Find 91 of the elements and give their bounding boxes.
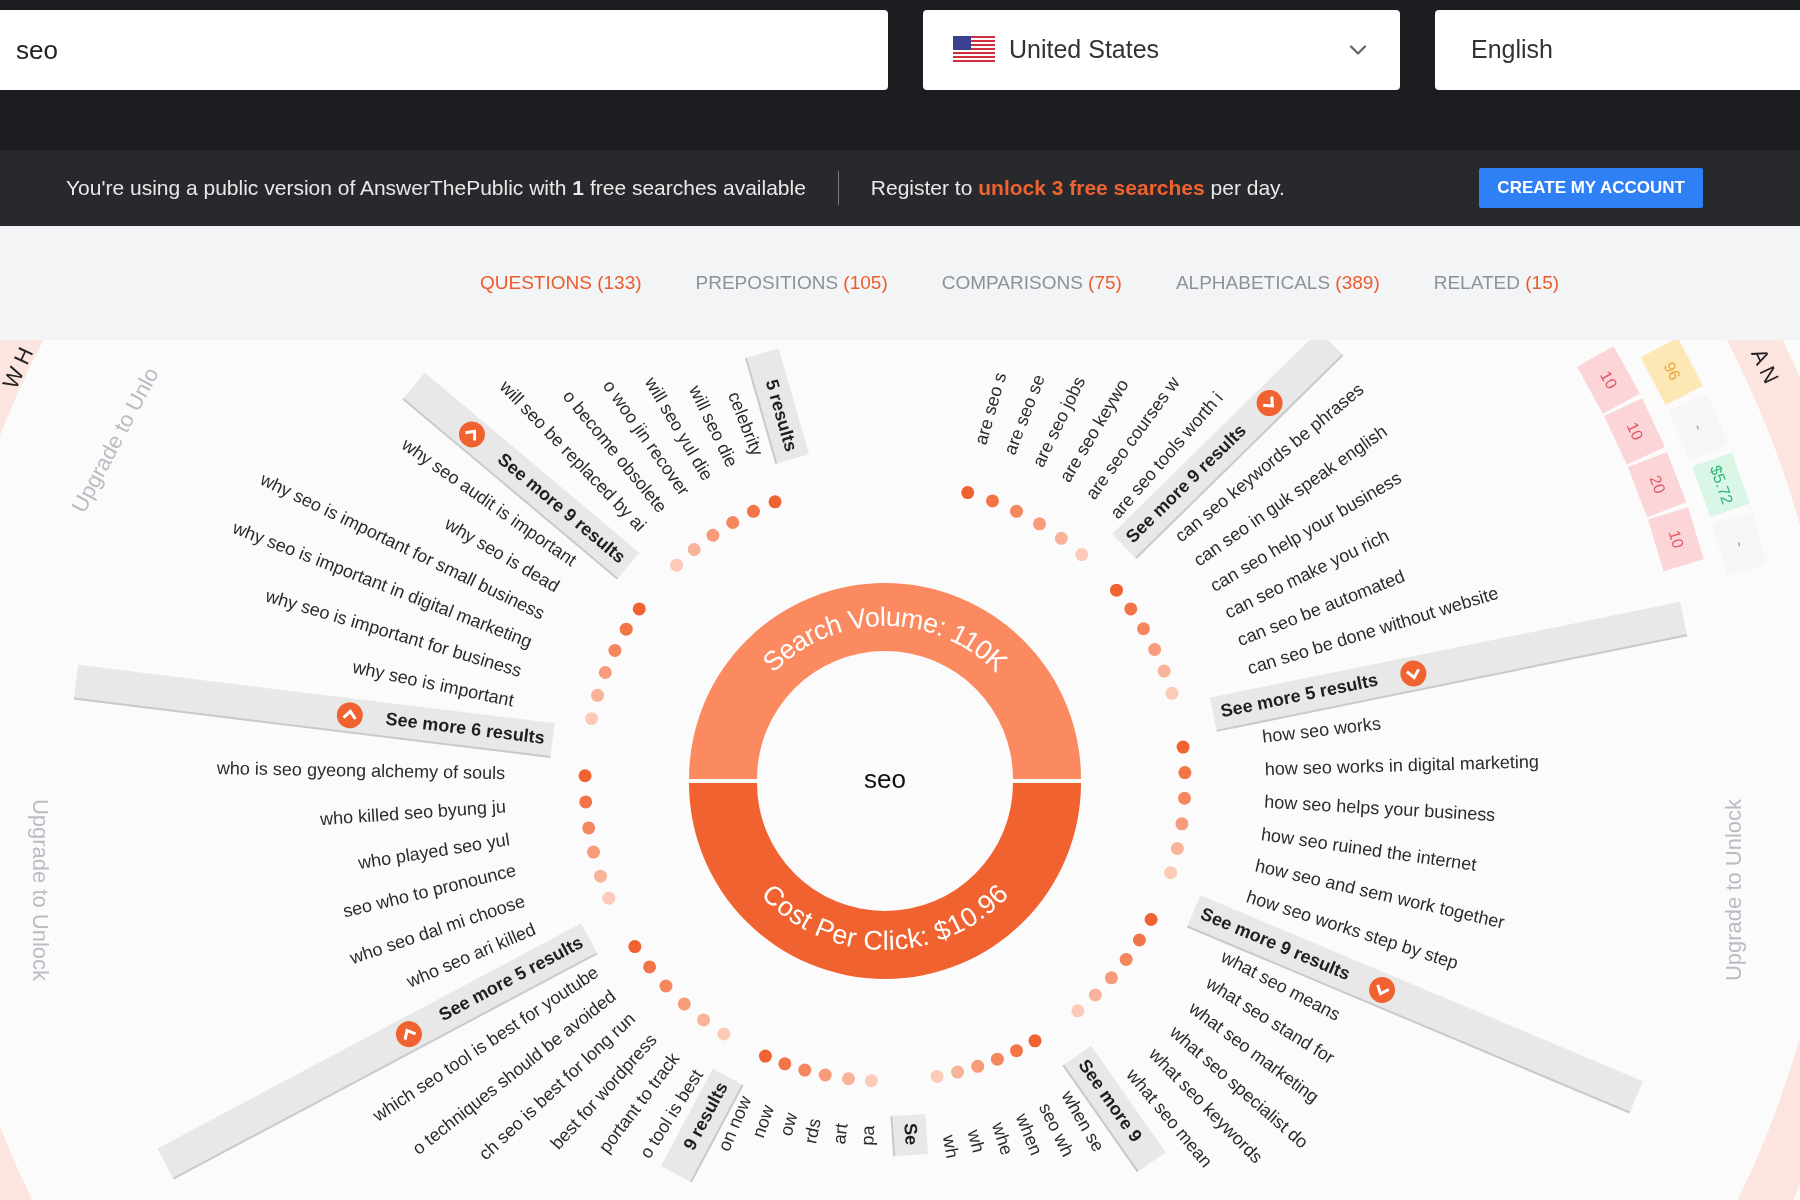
dot-marker [747,504,760,518]
dot-marker [1119,952,1133,966]
dot-marker [1176,740,1190,754]
dot-marker [677,997,691,1011]
query-text[interactable]: wh [938,1133,963,1160]
dot-marker [1178,766,1192,780]
query-text[interactable]: ow [775,1110,802,1138]
dot-marker [1170,842,1184,855]
dot-marker [1054,531,1068,545]
dot-marker [687,543,701,556]
dot-marker [1010,1044,1023,1058]
country-value: United States [1009,34,1160,66]
dot-marker [579,795,593,809]
dot-marker [841,1072,855,1086]
dot-marker [930,1069,944,1083]
dot-marker [951,1065,965,1079]
dot-marker [1028,1034,1042,1048]
dot-marker [608,643,622,657]
dot-marker [1071,1004,1085,1018]
dot-marker [1144,913,1158,927]
dot-marker [628,940,642,954]
country-dropdown[interactable]: United States [923,10,1400,90]
ring-letters: A N [1745,343,1785,390]
language-field[interactable]: English [1435,10,1800,90]
dot-marker [706,528,720,542]
dot-marker [697,1013,711,1027]
dot-marker [986,494,999,508]
dot-marker [1110,583,1123,597]
dot-marker [717,1027,731,1041]
dot-marker [1175,817,1189,831]
dot-marker [1132,933,1146,947]
ring-letters: W H [0,342,40,395]
dot-marker [1033,517,1046,531]
dot-marker [1165,686,1179,700]
metric-cell: - [1668,394,1729,461]
dot-marker [587,845,601,859]
dot-marker [798,1063,812,1077]
query-text[interactable]: who is seo gyeong alchemy of souls [216,758,506,784]
dot-marker [768,495,782,509]
dot-marker [602,891,616,905]
metric-cell: 10 [1576,346,1640,414]
metric-cell: 20 [1627,451,1687,518]
dot-marker [591,688,604,702]
dot-marker [659,979,673,993]
dot-marker [864,1074,878,1088]
create-account-button[interactable]: CREATE MY ACCOUNT [1479,168,1703,208]
dot-marker [1178,791,1191,805]
query-text[interactable]: art [829,1122,852,1146]
dot-marker [582,821,596,835]
dot-marker [1137,622,1150,636]
dot-marker [726,516,740,529]
dot-marker [1010,504,1023,518]
dot-marker [643,960,657,974]
search-field[interactable]: seo [0,10,888,90]
dot-marker [961,486,975,500]
dot-marker [1075,548,1089,562]
dot-marker [632,602,646,616]
dot-marker [619,622,633,636]
dot-marker [990,1052,1004,1066]
dot-marker [578,769,592,783]
dot-marker [1088,988,1102,1002]
dot-marker [1164,866,1178,880]
dot-marker [598,666,612,679]
metric-cell: 10 [1604,398,1665,465]
query-text[interactable]: how seo helps your business [1263,791,1496,825]
dot-marker [1157,664,1171,678]
flag-icon [953,36,995,64]
query-text[interactable]: pa [857,1125,879,1147]
dot-marker [1104,971,1118,985]
metric-cell: 10 [1647,507,1704,572]
dot-marker [585,712,599,726]
dot-marker [778,1057,792,1071]
metric-cell: - [1712,512,1768,576]
dot-marker [971,1059,985,1073]
dot-marker [1148,643,1162,656]
query-text[interactable]: how seo works in digital marketing [1264,751,1540,780]
metric-cell: 96 [1640,340,1703,406]
query-text[interactable]: who killed seo byung ju [319,796,507,830]
metric-cell: $5.72 [1692,452,1750,518]
query-text[interactable]: rds [800,1116,825,1146]
dot-marker [758,1049,772,1063]
query-text[interactable]: wh [963,1127,989,1155]
dot-marker [1124,602,1138,616]
keyword-label: seo [864,763,906,794]
see-more-button[interactable]: Se [890,1114,929,1157]
dot-marker [594,869,607,883]
notice-text: You're using a public version of AnswerThePublic with 1 free searches available [66,175,806,202]
dot-marker [818,1068,832,1082]
unlock-link[interactable]: unlock 3 free searches [978,176,1205,200]
dot-marker [670,558,684,572]
register-text: Register to unlock 3 free searches per day. [870,175,1285,202]
